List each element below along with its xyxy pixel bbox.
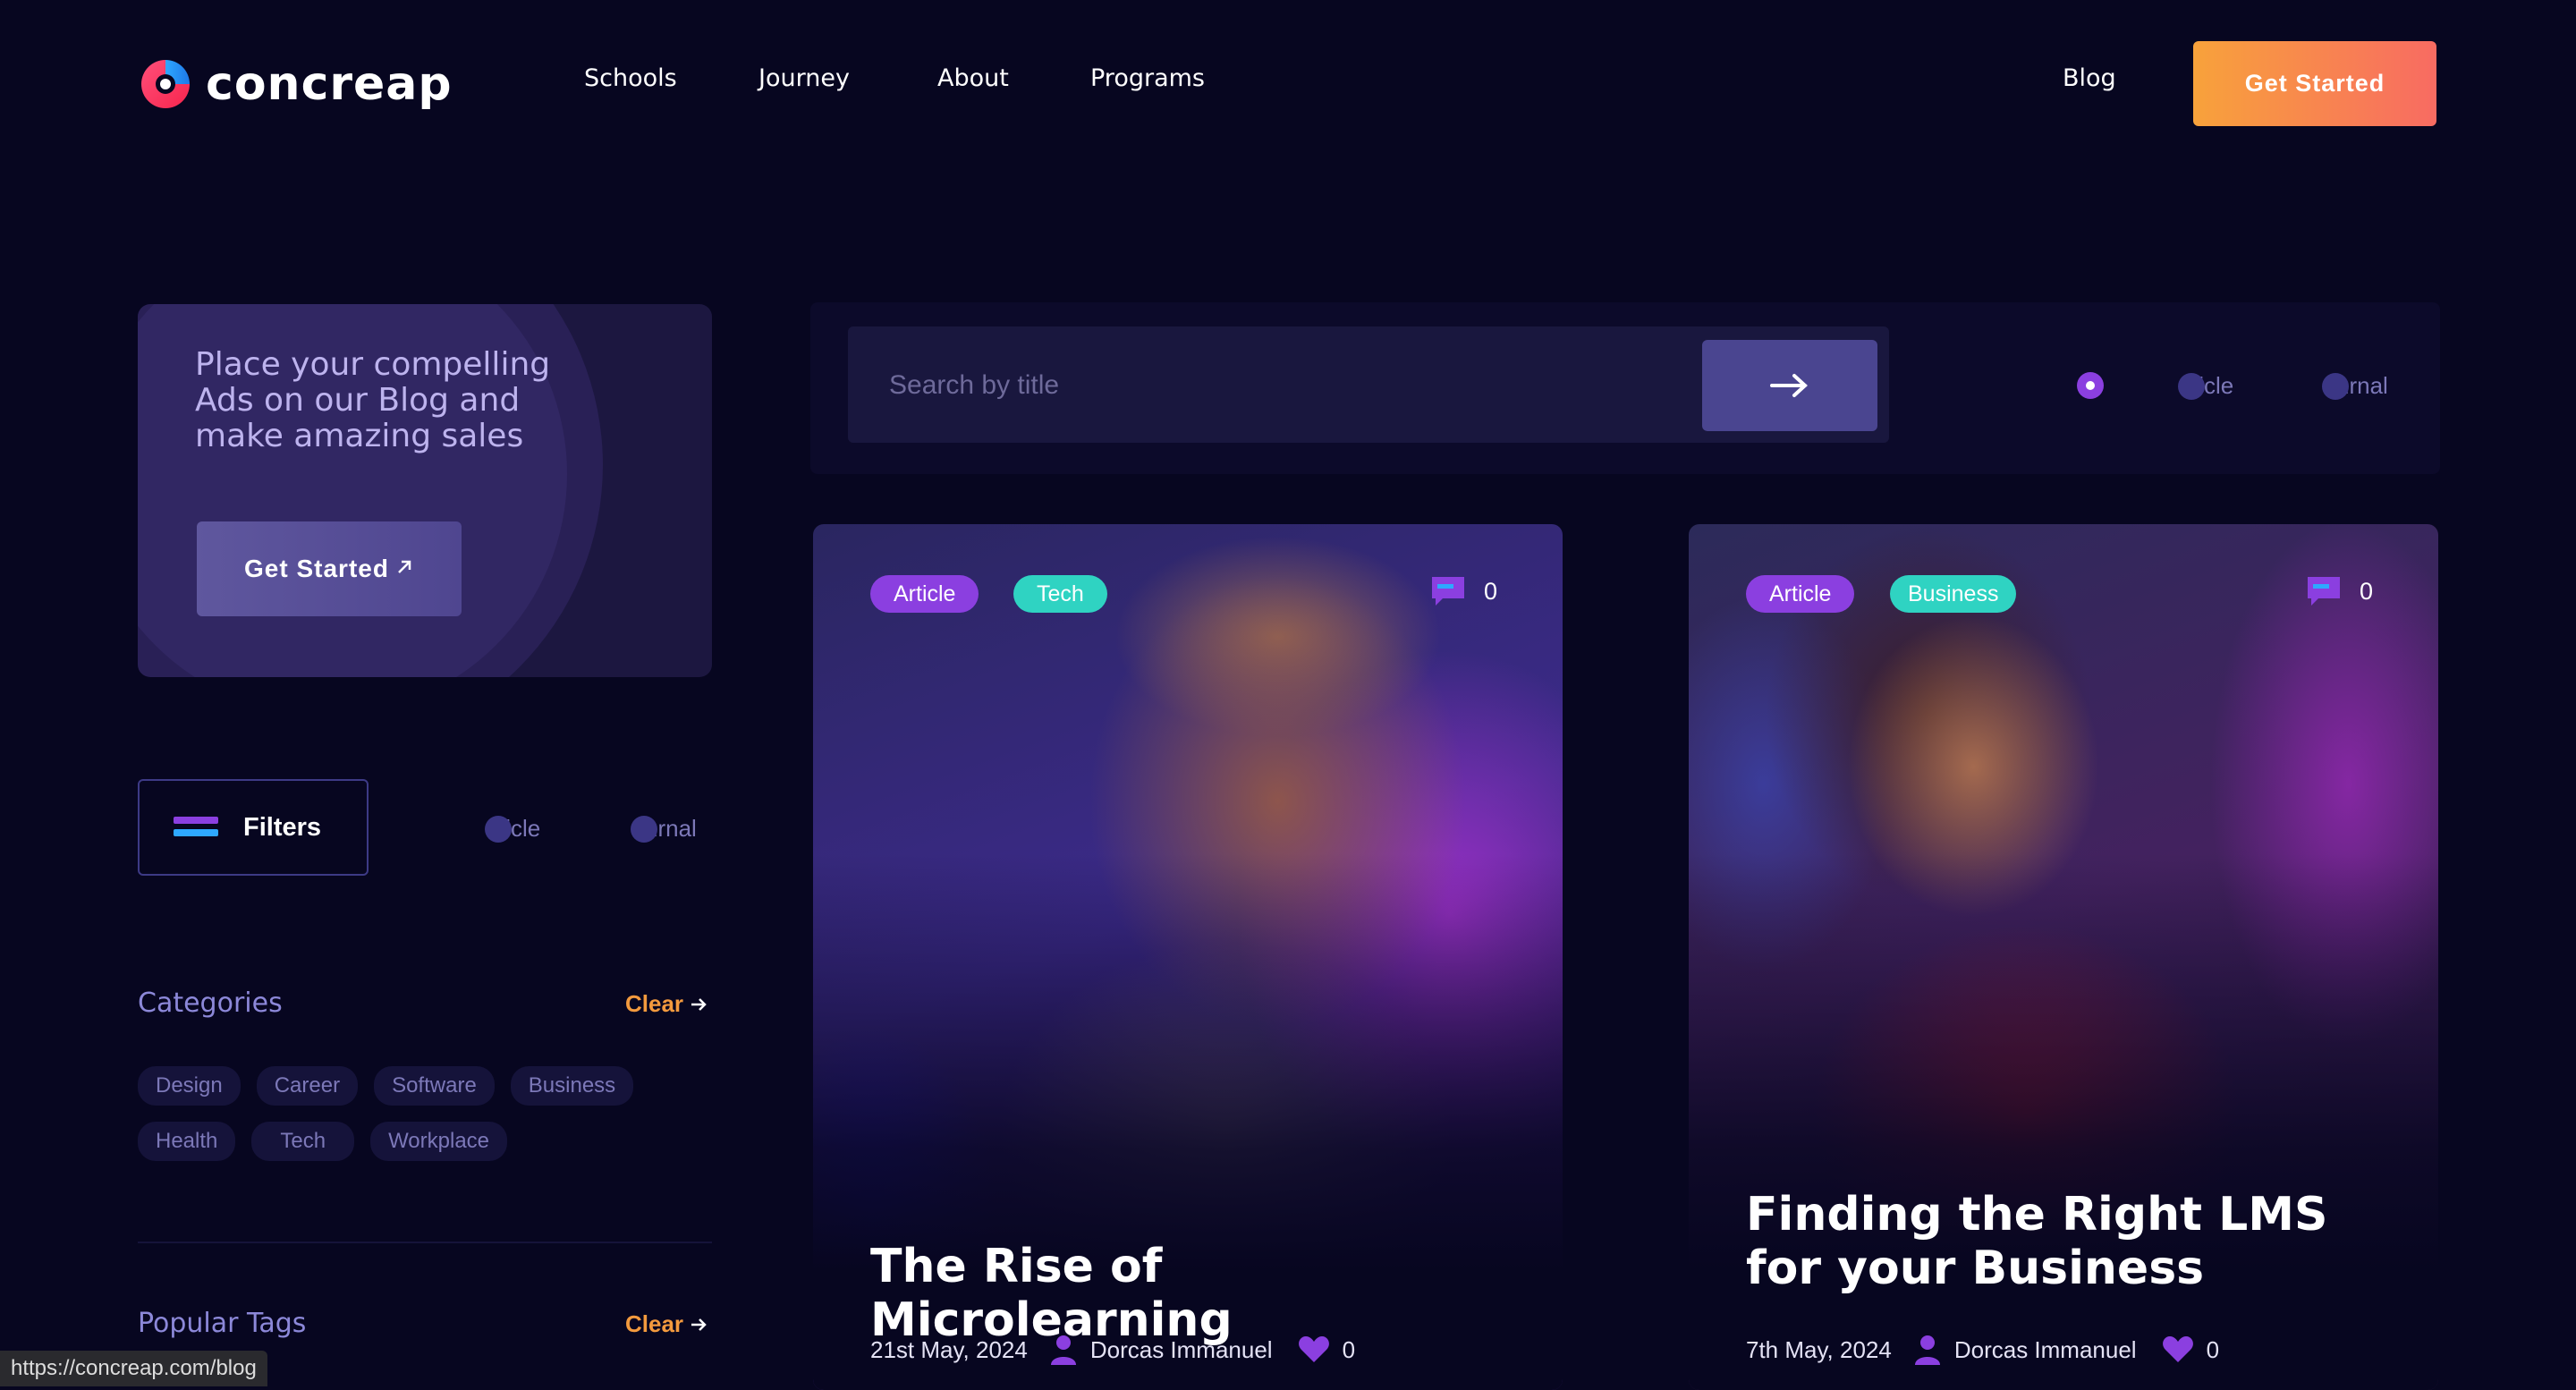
tag-tech[interactable]: Tech bbox=[1013, 575, 1107, 613]
comment-icon bbox=[1432, 577, 1464, 606]
category-chip-tech[interactable]: Tech bbox=[251, 1122, 355, 1161]
comment-count: 0 bbox=[2306, 575, 2373, 607]
radio-icon bbox=[2322, 372, 2349, 400]
filters-button[interactable]: Filters bbox=[138, 779, 369, 876]
comment-count-value: 0 bbox=[2360, 577, 2374, 605]
arrow-right-icon bbox=[691, 1318, 707, 1331]
categories-title: Categories bbox=[138, 987, 283, 1019]
post-meta: 7th May, 2024 Dorcas Immanuel 0 bbox=[1746, 1335, 2219, 1365]
search-radio-journal[interactable]: urnal bbox=[2322, 372, 2388, 400]
brand-logo[interactable]: concreap bbox=[138, 57, 453, 111]
post-author: Dorcas Immanuel bbox=[1953, 1335, 2137, 1363]
search-box bbox=[848, 326, 1889, 445]
arrow-up-right-icon bbox=[394, 555, 414, 583]
search-input[interactable] bbox=[887, 326, 1696, 445]
nav-schools[interactable]: Schools bbox=[584, 64, 677, 92]
clear-label: Clear bbox=[625, 990, 684, 1017]
radio-selected-icon bbox=[2086, 381, 2095, 390]
user-icon bbox=[1050, 1335, 1076, 1365]
category-chip-career[interactable]: Career bbox=[256, 1066, 359, 1106]
comment-icon bbox=[2308, 577, 2340, 606]
post-title[interactable]: The Rise of Microlearning bbox=[870, 1240, 1514, 1347]
categories-clear-button[interactable]: Clear bbox=[625, 990, 708, 1018]
category-chip-design[interactable]: Design bbox=[138, 1066, 241, 1106]
nav-journey[interactable]: Journey bbox=[758, 64, 850, 92]
radio-icon bbox=[485, 815, 512, 843]
divider bbox=[138, 1242, 712, 1243]
clear-label: Clear bbox=[625, 1310, 684, 1337]
radio-icon bbox=[2178, 372, 2205, 400]
category-chip-software[interactable]: Software bbox=[374, 1066, 495, 1106]
get-started-button[interactable]: Get Started bbox=[2193, 41, 2436, 126]
category-chips: Design Career Software Business Health T… bbox=[138, 1066, 719, 1161]
comment-count-value: 0 bbox=[1484, 577, 1498, 605]
filters-label: Filters bbox=[243, 812, 322, 842]
user-icon bbox=[1914, 1335, 1940, 1365]
post-author: Dorcas Immanuel bbox=[1089, 1335, 1273, 1363]
category-chip-health[interactable]: Health bbox=[138, 1122, 236, 1161]
search-radio-all[interactable] bbox=[2077, 372, 2104, 399]
ad-button-label: Get Started bbox=[244, 555, 389, 582]
ad-card: Place your compelling Ads on our Blog an… bbox=[138, 304, 712, 677]
tag-article[interactable]: Article bbox=[870, 575, 979, 613]
post-date: 7th May, 2024 bbox=[1746, 1335, 1892, 1363]
nav-programs[interactable]: Programs bbox=[1090, 64, 1205, 92]
post-card[interactable]: Article Tech 0 The Rise of Microlearning… bbox=[813, 524, 1563, 1390]
post-date: 21st May, 2024 bbox=[870, 1335, 1028, 1363]
concreap-logo-icon bbox=[138, 56, 193, 112]
ad-get-started-button[interactable]: Get Started bbox=[197, 521, 462, 616]
like-count: 0 bbox=[2206, 1335, 2220, 1363]
filter-radio-journal[interactable]: urnal bbox=[631, 815, 697, 843]
nav-about[interactable]: About bbox=[937, 64, 1009, 92]
brand-name: concreap bbox=[206, 57, 453, 111]
image-overlay bbox=[1689, 853, 2438, 1390]
post-title[interactable]: Finding the Right LMS for your Business bbox=[1746, 1188, 2390, 1295]
search-radio-article[interactable]: ticle bbox=[2178, 372, 2233, 400]
tag-business[interactable]: Business bbox=[1890, 575, 2017, 613]
heart-icon[interactable] bbox=[1298, 1335, 1330, 1364]
nav-blog[interactable]: Blog bbox=[2063, 64, 2116, 92]
post-card[interactable]: Article Business 0 Finding the Right LMS… bbox=[1689, 524, 2438, 1390]
arrow-right-icon bbox=[691, 997, 707, 1011]
category-chip-workplace[interactable]: Workplace bbox=[370, 1122, 508, 1161]
arrow-right-icon bbox=[1770, 374, 1808, 397]
like-count: 0 bbox=[1342, 1335, 1356, 1363]
filter-radio-article[interactable]: ticle bbox=[485, 815, 540, 843]
popular-tags-title: Popular Tags bbox=[138, 1308, 307, 1339]
search-submit-button[interactable] bbox=[1702, 340, 1877, 431]
category-chip-business[interactable]: Business bbox=[510, 1066, 634, 1106]
post-meta: 21st May, 2024 Dorcas Immanuel 0 bbox=[870, 1335, 1355, 1365]
comment-count: 0 bbox=[1430, 575, 1497, 607]
heart-icon[interactable] bbox=[2162, 1335, 2194, 1364]
ad-text: Place your compelling Ads on our Blog an… bbox=[195, 346, 551, 454]
status-url: https://concreap.com/blog bbox=[0, 1351, 267, 1386]
filter-icon bbox=[174, 817, 218, 838]
popular-tags-clear-button[interactable]: Clear bbox=[625, 1310, 708, 1338]
tag-article[interactable]: Article bbox=[1746, 575, 1855, 613]
radio-icon bbox=[631, 815, 657, 843]
